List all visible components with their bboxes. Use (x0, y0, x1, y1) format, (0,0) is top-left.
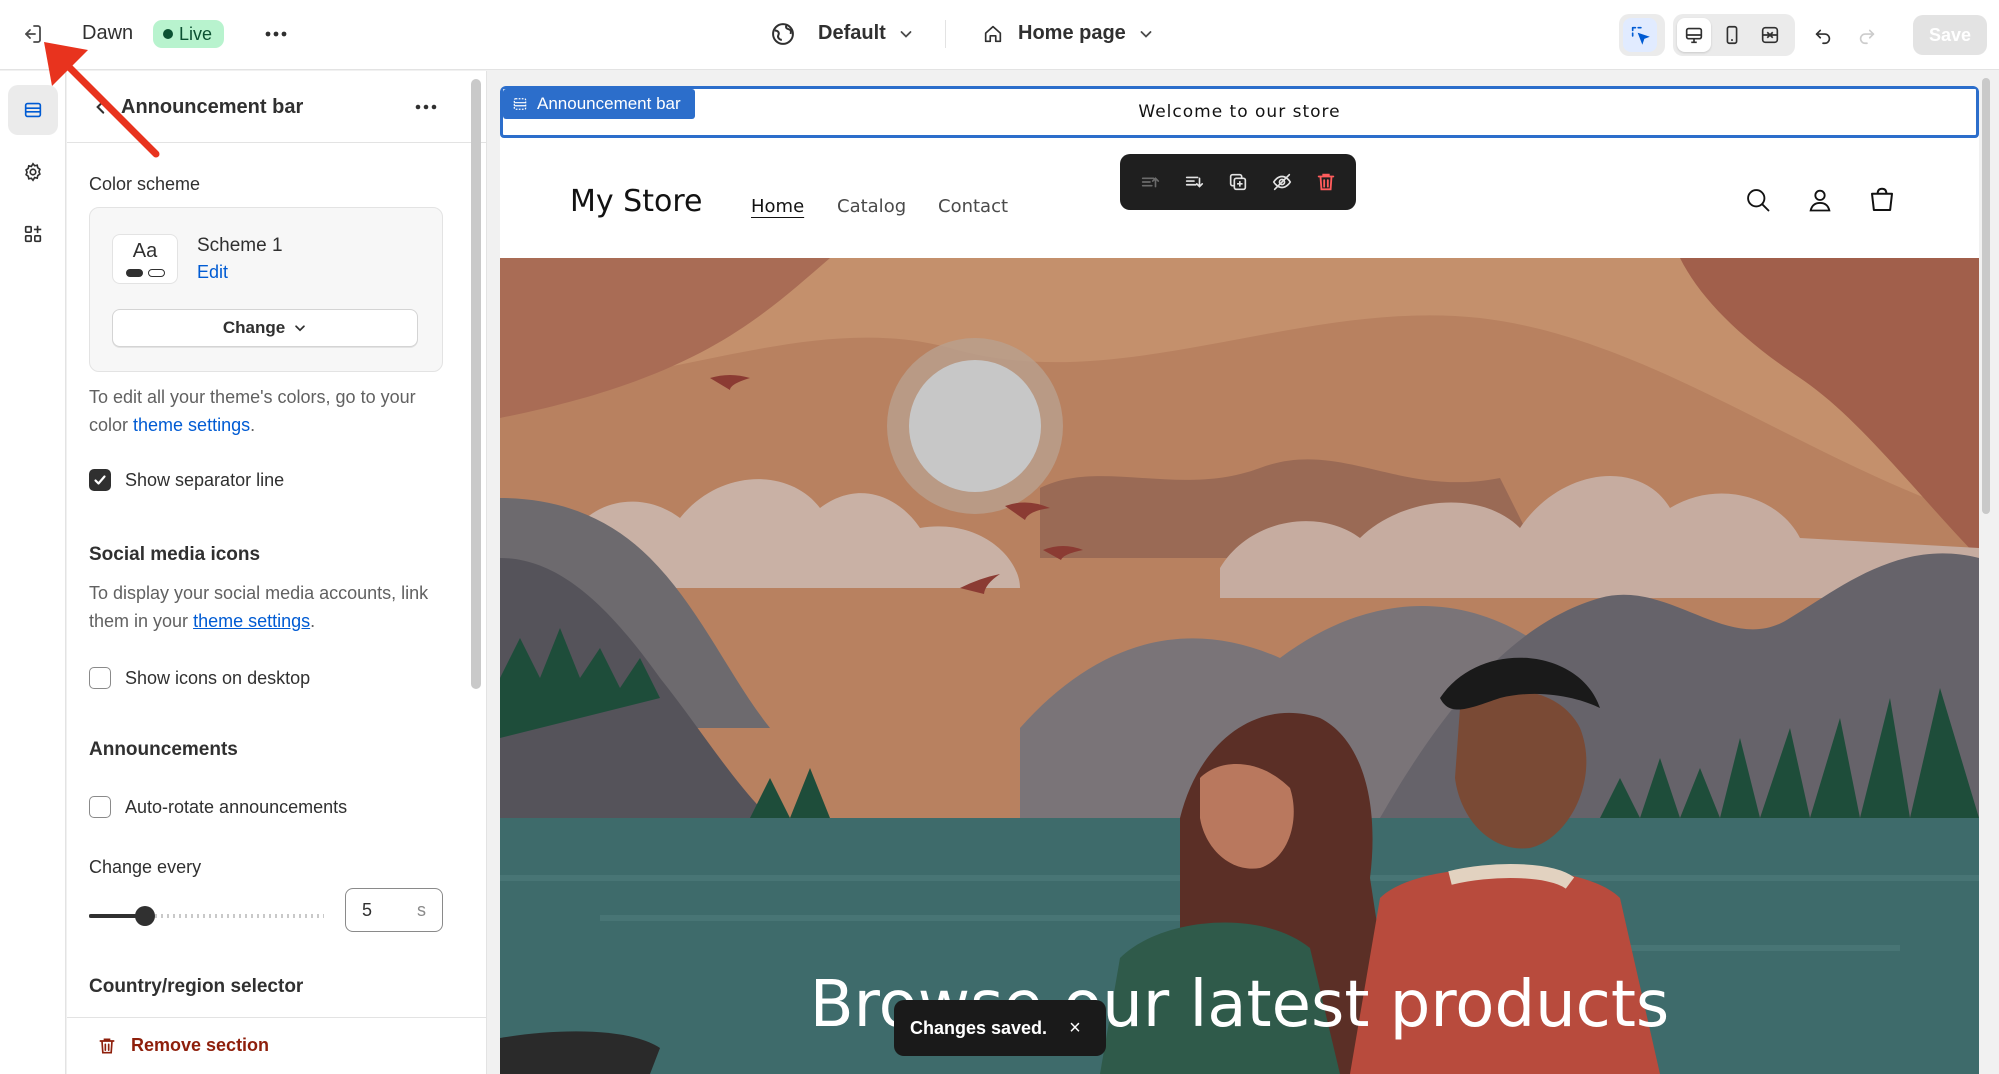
mobile-view-icon[interactable] (1715, 18, 1749, 52)
section-settings-panel: Announcement bar Color scheme Aa Scheme … (67, 71, 487, 1074)
announcement-bar-tag: Announcement bar (503, 89, 695, 119)
checkmark-icon (94, 475, 106, 485)
change-scheme-label: Change (222, 318, 286, 337)
inspector-icon[interactable] (1623, 18, 1657, 52)
social-help-text: To display your social media accounts, l… (89, 579, 429, 635)
preview-scrollbar[interactable] (1982, 78, 1990, 514)
separator-line-checkbox[interactable] (89, 469, 111, 491)
social-media-heading: Social media icons (89, 544, 261, 565)
social-icons-desktop-option[interactable]: Show icons on desktop (89, 667, 310, 689)
color-scheme-card: Aa Scheme 1 Edit Change (89, 207, 443, 372)
chevron-down-icon (1140, 30, 1152, 38)
color-help-text: To edit all your theme's colors, go to y… (89, 383, 429, 439)
changes-saved-toast: Changes saved. × (894, 1000, 1106, 1056)
hero-banner[interactable]: Browse our latest products (500, 258, 1979, 1074)
change-scheme-button[interactable]: Change (112, 309, 418, 347)
scheme-preview-text: Aa (132, 240, 158, 262)
annotation-arrow-icon (44, 42, 160, 158)
chevron-down-icon (295, 325, 305, 332)
top-bar: Dawn Live Default Home page Save (0, 0, 1999, 70)
country-selector-heading: Country/region selector (89, 976, 304, 997)
full-width-icon[interactable] (1753, 18, 1787, 52)
save-button[interactable]: Save (1913, 15, 1987, 55)
move-down-icon[interactable] (1177, 165, 1211, 199)
store-preview: Welcome to our store Announcement bar My… (500, 86, 1979, 1074)
auto-rotate-option[interactable]: Auto-rotate announcements (89, 796, 347, 818)
social-help-suffix: . (310, 611, 316, 631)
announcement-bar-section[interactable]: Welcome to our store (500, 86, 1979, 138)
section-toolbar (1120, 154, 1356, 210)
auto-rotate-label: Auto-rotate announcements (125, 796, 348, 817)
chevron-down-icon (900, 30, 912, 38)
page-label: Home page (1018, 22, 1126, 44)
toast-close-icon[interactable]: × (1069, 1017, 1081, 1040)
template-label: Default (818, 22, 886, 44)
section-icon (513, 98, 527, 110)
account-icon[interactable] (1802, 182, 1838, 218)
delete-icon[interactable] (1309, 165, 1343, 199)
inspector-toggle-group (1619, 14, 1665, 56)
hero-illustration (500, 258, 1979, 1074)
nav-link-home[interactable]: Home (751, 196, 804, 217)
change-every-label: Change every (89, 857, 202, 877)
social-icons-desktop-label: Show icons on desktop (125, 667, 311, 688)
left-rail (0, 71, 66, 1074)
home-icon (984, 25, 1002, 42)
live-status-label: Live (179, 23, 213, 44)
announcements-heading: Announcements (89, 739, 238, 760)
change-every-input[interactable]: 5 s (345, 888, 443, 932)
social-theme-settings-link[interactable]: theme settings (193, 611, 310, 631)
desktop-view-icon[interactable] (1677, 18, 1711, 52)
announcement-bar-tag-label: Announcement bar (537, 94, 681, 113)
section-more-icon[interactable] (411, 93, 441, 121)
scheme-solid-pill (126, 269, 143, 277)
change-every-unit: s (417, 900, 426, 920)
social-icons-desktop-checkbox[interactable] (89, 667, 111, 689)
separator-line-label: Show separator line (125, 469, 285, 490)
scheme-swatch: Aa (112, 234, 178, 284)
cart-icon[interactable] (1864, 182, 1900, 218)
change-every-slider[interactable] (89, 906, 324, 926)
panel-scrollbar[interactable] (471, 79, 481, 689)
scheme-edit-link[interactable]: Edit (197, 262, 228, 283)
toolbar-divider (945, 20, 946, 48)
color-scheme-label: Color scheme (89, 174, 201, 194)
nav-link-contact[interactable]: Contact (938, 196, 1008, 217)
scheme-outline-pill (148, 269, 165, 277)
color-theme-settings-link[interactable]: theme settings (133, 415, 250, 435)
announcement-text[interactable]: Welcome to our store (503, 102, 1976, 122)
hero-heading[interactable]: Browse our latest products (500, 968, 1979, 1042)
change-every-value[interactable]: 5 (362, 900, 372, 921)
search-icon[interactable] (1740, 182, 1776, 218)
template-selector[interactable]: Default (818, 22, 914, 45)
move-up-icon (1133, 165, 1167, 199)
viewport-toggle-group (1673, 14, 1795, 56)
redo-icon[interactable] (1850, 18, 1884, 52)
page-selector[interactable]: Home page (982, 22, 1154, 45)
color-help-suffix: . (250, 415, 256, 435)
trash-icon (99, 1038, 115, 1053)
duplicate-icon[interactable] (1221, 165, 1255, 199)
scheme-name: Scheme 1 (197, 235, 283, 256)
toast-message: Changes saved. (910, 1017, 1048, 1038)
remove-section-label: Remove section (131, 1035, 270, 1055)
undo-icon[interactable] (1806, 18, 1840, 52)
globe-icon[interactable] (769, 20, 797, 48)
separator-line-option[interactable]: Show separator line (89, 469, 284, 491)
nav-link-catalog[interactable]: Catalog (837, 196, 906, 217)
remove-section-button[interactable]: Remove section (97, 1035, 269, 1056)
more-actions-icon[interactable] (260, 18, 292, 50)
slider-handle[interactable] (135, 906, 155, 926)
store-logo-text[interactable]: My Store (570, 184, 702, 219)
apps-icon[interactable] (8, 209, 58, 259)
auto-rotate-checkbox[interactable] (89, 796, 111, 818)
panel-footer: Remove section (67, 1017, 486, 1074)
hide-eye-icon[interactable] (1265, 165, 1299, 199)
